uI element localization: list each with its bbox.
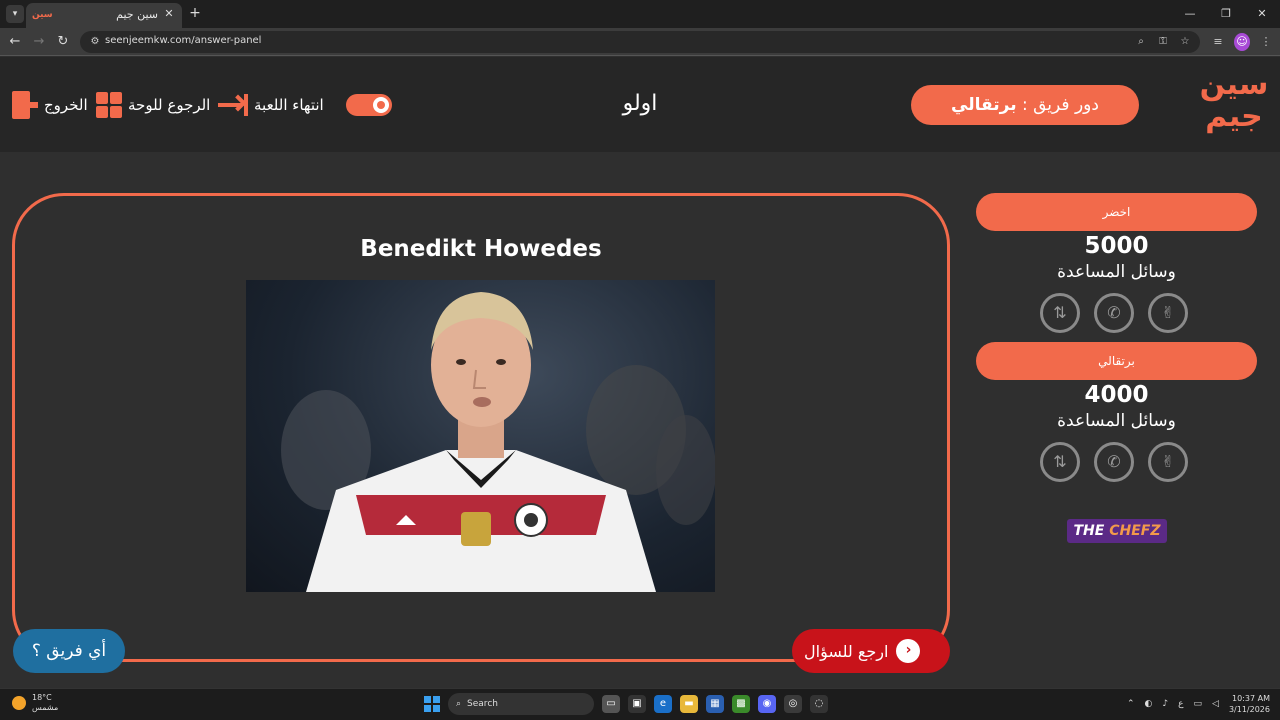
weather-condition: مشمس [32,703,59,712]
helpers-label: وسائل المساعدة [1057,262,1176,282]
minecraft-icon[interactable]: ▩ [732,695,750,713]
exit-button[interactable]: الخروج [12,91,88,119]
chevron-up-icon[interactable]: ⌃ [1127,699,1135,709]
language-indicator[interactable]: ع [1178,699,1183,709]
edge-icon[interactable]: e [654,695,672,713]
back-to-board-button[interactable]: الرجوع للوحة [96,91,210,119]
back-to-board-label: الرجوع للوحة [128,96,211,114]
weather-widget[interactable]: 18°C مشمس [12,693,58,713]
task-view-icon[interactable]: ▭ [602,695,620,713]
turn-prefix: دور فريق : [1016,95,1099,115]
end-game-toggle[interactable] [346,94,392,116]
helpers-row: ⇅ ✆ ✌ [1040,442,1196,484]
answer-text: Benedikt Howedes [360,236,602,262]
arrow-to-bar-icon [218,92,248,118]
system-tray: ⌃ ◐ ♪ ع ▭ ◁ 10:37 AM 3/11/2026 [1127,693,1270,715]
which-team-button[interactable]: أي فريق ؟ [13,629,125,673]
address-bar[interactable]: ⚙ seenjeemkw.com/answer-panel ⌕ ⚿ ☆ [80,31,1200,53]
forward-arrow-icon[interactable]: → [30,33,48,51]
team-score: 5000 [1084,233,1149,259]
chrome-icon[interactable]: ◎ [784,695,802,713]
password-key-icon[interactable]: ⚿ [1156,34,1170,50]
volume-icon[interactable]: ◁ [1212,699,1219,709]
taskbar-search[interactable]: ⌕ Search [448,693,594,715]
bookmark-star-icon[interactable]: ☆ [1178,34,1192,50]
windows-start-icon[interactable] [424,696,440,712]
helpers-row: ⇅ ✆ ✌ [1040,293,1196,335]
tab-search-button[interactable]: ▾ [6,5,24,23]
restore-button[interactable]: ❐ [1208,0,1244,28]
file-explorer-icon[interactable]: ▬ [680,695,698,713]
app-icon[interactable]: ▣ [628,695,646,713]
search-icon: ⌕ [456,699,462,709]
swap-icon[interactable]: ⇅ [1040,293,1080,333]
chevron-right-icon: › [896,639,921,663]
site-favicon-icon: سين [32,10,53,20]
menu-kebab-icon[interactable]: ⋮ [1258,33,1274,51]
answer-panel: Benedikt Howedes [12,193,950,662]
zoom-icon[interactable]: ⌕ [1134,34,1148,50]
back-arrow-icon[interactable]: ← [6,33,24,51]
tab-close-icon[interactable]: ✕ [162,7,176,21]
return-to-question-button[interactable]: ارجع للسؤال › [792,629,950,673]
toggle-knob [373,97,389,113]
team-turn-indicator: دور فريق : برتقالي [911,85,1139,125]
seen-jeem-logo[interactable]: سين جيم [1198,69,1270,141]
url-text[interactable]: seenjeemkw.com/answer-panel [105,35,261,46]
helpers-label: وسائل المساعدة [1057,411,1176,431]
discord-icon[interactable]: ◉ [758,695,776,713]
return-to-question-label: ارجع للسؤال [804,641,889,661]
end-game-button[interactable]: انتهاء اللعبة [218,91,324,119]
search-label: Search [467,699,498,709]
window-controls: — ❐ ✕ [1172,0,1280,28]
close-window-button[interactable]: ✕ [1244,0,1280,28]
team-name-pill: اخضر [976,193,1257,231]
end-game-control[interactable] [346,91,392,119]
temperature: 18°C [32,693,52,702]
turn-team-name: برتقالي [951,95,1017,115]
network-icon[interactable]: ▭ [1194,699,1203,709]
end-game-label: انتهاء اللعبة [254,96,324,114]
new-tab-button[interactable]: + [188,5,202,21]
tab-title: سين جيم [116,8,158,21]
swap-icon[interactable]: ⇅ [1040,442,1080,482]
profile-avatar-icon[interactable]: ☺ [1234,33,1250,51]
app-header: سين جيم دور فريق : برتقالي اولو انتهاء ا… [0,57,1280,152]
mic-icon[interactable]: ♪ [1162,699,1168,709]
exit-door-icon [12,91,38,119]
grid-board-icon [96,92,122,118]
os-taskbar: 18°C مشمس ⌕ Search ▭ ▣ e ▬ ▦ ▩ ◉ ◎ ◌ ⌃ ◐… [0,688,1280,720]
browser-tab[interactable]: سين سين جيم ✕ [26,3,182,28]
store-icon[interactable]: ▦ [706,695,724,713]
team-name-pill: برتقالي [976,342,1257,380]
exit-label: الخروج [44,96,88,114]
category-word: اولو [622,91,658,116]
reload-icon[interactable]: ↻ [54,33,72,51]
site-info-icon[interactable]: ⚙ [88,35,102,49]
steam-icon[interactable]: ◐ [1145,699,1153,709]
answer-photo [246,280,715,592]
browser-toolbar: ← → ↻ ⚙ seenjeemkw.com/answer-panel ⌕ ⚿ … [0,28,1280,56]
minimize-button[interactable]: — [1172,0,1208,28]
team-score: 4000 [1084,382,1149,408]
sponsor-logo: THE CHEFZ [1067,519,1167,543]
sun-icon [12,696,26,710]
browser-tabbar: ▾ سين سين جيم ✕ + — ❐ ✕ [0,0,1280,28]
reading-list-icon[interactable]: ≡ [1210,33,1226,51]
peace-hand-icon[interactable]: ✌ [1148,293,1188,333]
phone-icon[interactable]: ✆ [1094,293,1134,333]
app-icon[interactable]: ◌ [810,695,828,713]
phone-icon[interactable]: ✆ [1094,442,1134,482]
peace-hand-icon[interactable]: ✌ [1148,442,1188,482]
clock[interactable]: 10:37 AM 3/11/2026 [1229,693,1270,715]
